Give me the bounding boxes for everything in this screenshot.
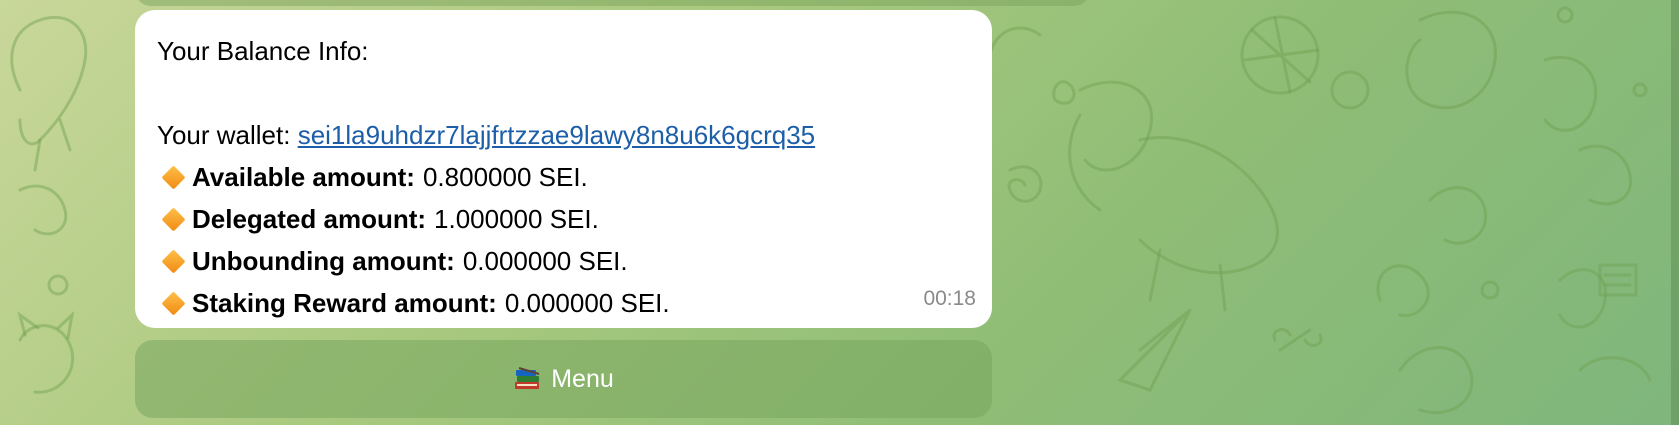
orange-diamond-icon [161, 290, 186, 316]
orange-diamond-icon [161, 206, 186, 232]
staking-reward-amount-row: Staking Reward amount: 0.000000 SEI. [157, 282, 970, 324]
wallet-line: Your wallet: sei1la9uhdzr7lajjfrtzzae9la… [157, 114, 970, 156]
available-amount-row: Available amount: 0.800000 SEI. [157, 156, 970, 198]
available-amount-value: 0.800000 SEI. [422, 162, 588, 192]
scrollbar-edge[interactable] [1671, 0, 1679, 425]
delegated-amount-row: Delegated amount: 1.000000 SEI. [157, 198, 970, 240]
books-icon [515, 367, 540, 389]
message-timestamp: 00:18 [923, 287, 976, 310]
wallet-address-link[interactable]: sei1la9uhdzr7lajjfrtzzae9lawy8n8u6k6gcrq… [298, 120, 815, 150]
delegated-amount-value: 1.000000 SEI. [434, 204, 599, 234]
menu-button[interactable]: Menu [135, 340, 992, 418]
orange-diamond-icon [161, 164, 186, 190]
unbounding-amount-value: 0.000000 SEI. [462, 246, 628, 276]
delegated-amount-label: Delegated amount: [192, 204, 427, 234]
previous-message-edge [135, 0, 1090, 6]
balance-message-bubble: Your Balance Info: Your wallet: sei1la9u… [135, 10, 992, 328]
available-amount-label: Available amount: [192, 162, 415, 192]
unbounding-amount-row: Unbounding amount: 0.000000 SEI. [157, 240, 970, 282]
message-title: Your Balance Info: [157, 36, 369, 66]
staking-reward-amount-value: 0.000000 SEI. [504, 288, 670, 318]
orange-diamond-icon [161, 248, 186, 274]
unbounding-amount-label: Unbounding amount: [192, 246, 455, 276]
staking-reward-amount-label: Staking Reward amount: [192, 288, 497, 318]
menu-button-label: Menu [551, 364, 614, 393]
wallet-label: Your wallet: [157, 120, 291, 150]
